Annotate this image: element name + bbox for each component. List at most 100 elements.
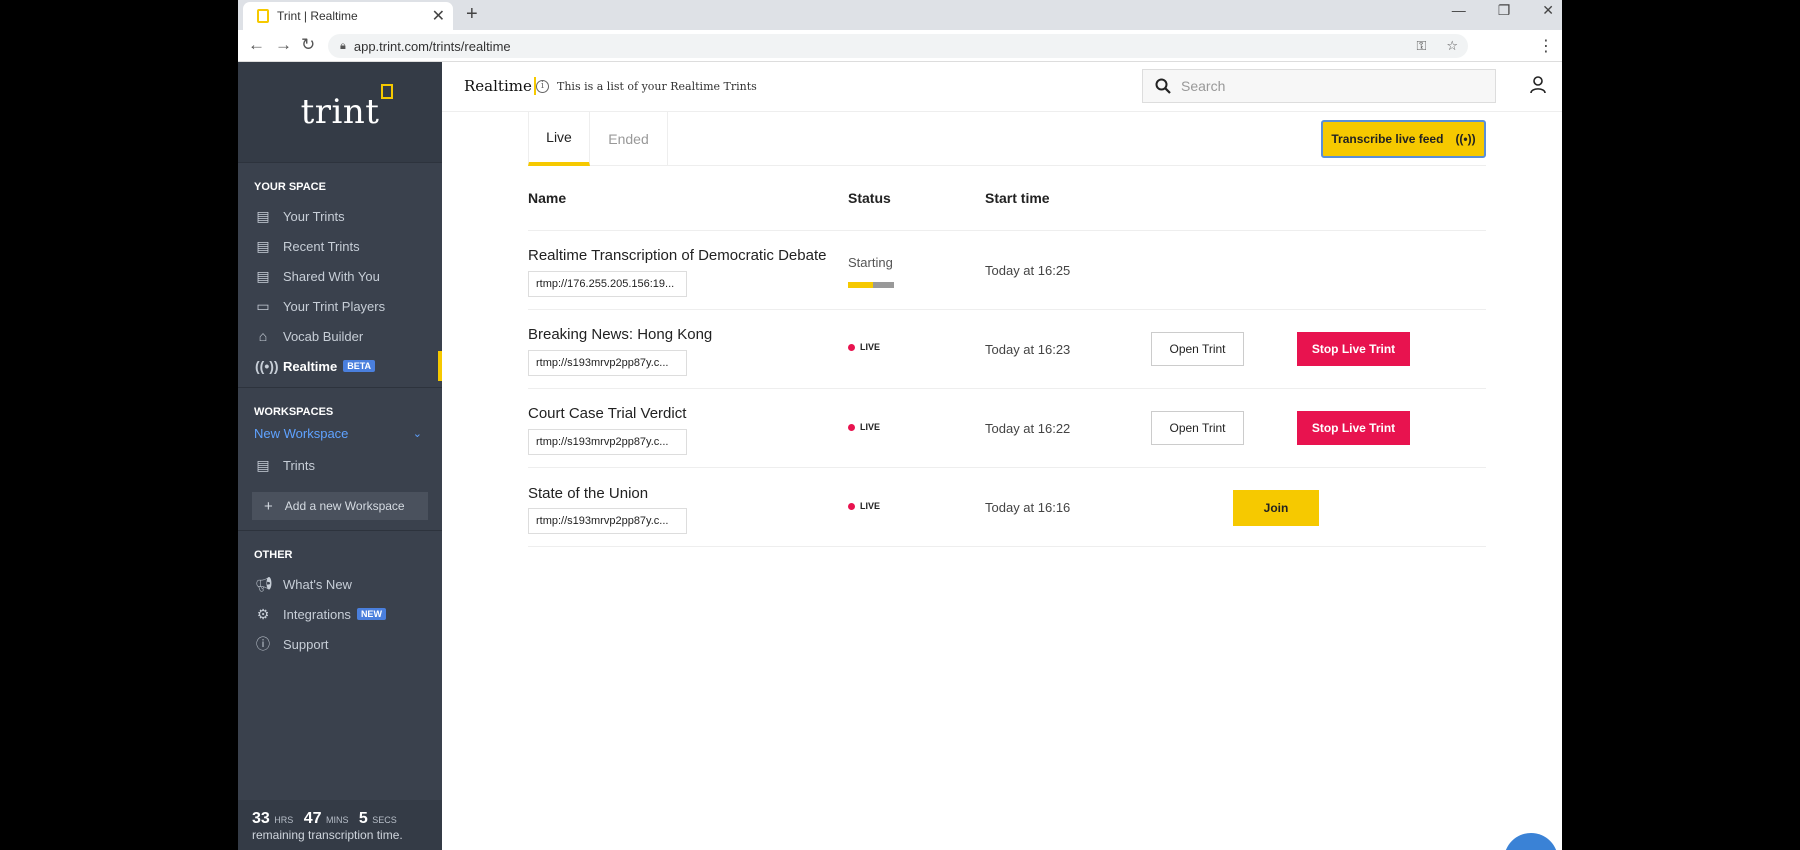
- stop-live-trint-button[interactable]: Stop Live Trint: [1297, 411, 1410, 445]
- remaining-label: remaining transcription time.: [252, 828, 403, 842]
- graduation-cap-icon: ⌂: [258, 328, 268, 344]
- sidebar-item-label: Your Trints: [283, 208, 345, 224]
- sidebar-item-support[interactable]: ⓘ Support: [238, 629, 442, 659]
- close-tab-icon[interactable]: ✕: [432, 6, 445, 26]
- workspace-name: New Workspace: [254, 425, 349, 441]
- trint-name[interactable]: Breaking News: Hong Kong: [528, 326, 712, 343]
- sidebar: trint YOUR SPACE ▤ Your Trints ▤ Recent …: [238, 62, 442, 850]
- megaphone-icon: 📢︎: [255, 575, 273, 592]
- live-status-badge: LIVE: [848, 501, 880, 511]
- workspaces-heading: WORKSPACES: [254, 406, 334, 418]
- search-input[interactable]: [1181, 78, 1481, 94]
- back-icon[interactable]: ←: [248, 35, 265, 55]
- sidebar-item-label: Vocab Builder: [283, 328, 364, 344]
- trint-name[interactable]: Court Case Trial Verdict: [528, 405, 686, 422]
- tab-ended[interactable]: Ended: [590, 112, 668, 166]
- add-workspace-label: Add a new Workspace: [284, 499, 405, 513]
- sidebar-item-label: Trints: [283, 457, 316, 473]
- starting-progress-bar: [848, 282, 894, 288]
- url-text: app.trint.com/trints/realtime: [353, 38, 511, 54]
- browser-menu-icon[interactable]: ⋮: [1538, 36, 1554, 56]
- join-button[interactable]: Join: [1233, 490, 1319, 526]
- column-header-status: Status: [848, 190, 891, 206]
- browser-tab[interactable]: Trint | Realtime ✕: [243, 2, 453, 30]
- trint-app: trint YOUR SPACE ▤ Your Trints ▤ Recent …: [238, 62, 1562, 850]
- window-controls: — ❐ ✕: [1452, 2, 1554, 19]
- start-time: Today at 16:23: [985, 342, 1071, 357]
- help-icon: ⓘ: [256, 636, 270, 652]
- sidebar-item-integrations[interactable]: ⚙︎ Integrations NEW: [238, 599, 442, 629]
- realtime-table: Name Status Start time Realtime Transcri…: [528, 166, 1486, 547]
- tab-live[interactable]: Live: [528, 112, 590, 166]
- sidebar-item-label: Support: [283, 636, 329, 652]
- other-heading: OTHER: [254, 549, 293, 561]
- logo-mark-icon: [381, 84, 394, 99]
- sidebar-item-recent-trints[interactable]: ▤ Recent Trints: [238, 231, 442, 261]
- sidebar-item-label: Your Trint Players: [283, 298, 386, 314]
- sidebar-item-whats-new[interactable]: 📢︎ What's New: [238, 569, 442, 599]
- sidebar-item-your-trint-players[interactable]: ▭ Your Trint Players: [238, 291, 442, 321]
- reload-icon[interactable]: ↻: [301, 35, 315, 55]
- stream-url[interactable]: rtmp://s193mrvp2pp87y.c...: [528, 429, 687, 455]
- broadcast-icon: ((•)): [255, 358, 279, 374]
- sidebar-item-label: Shared With You: [283, 268, 380, 284]
- beta-badge: BETA: [343, 360, 376, 372]
- key-icon[interactable]: ⚿: [1416, 38, 1426, 54]
- divider: [238, 387, 442, 388]
- live-dot-icon: [848, 423, 855, 431]
- table-row: Realtime Transcription of Democratic Deb…: [528, 231, 1486, 310]
- progress-fill: [848, 282, 874, 288]
- trint-name[interactable]: Realtime Transcription of Democratic Deb…: [528, 247, 826, 264]
- seconds-value: 5: [358, 810, 368, 827]
- sidebar-item-trints[interactable]: ▤ Trints: [238, 450, 442, 480]
- document-icon: ▤: [256, 207, 270, 224]
- transcription-time-remaining: 33 HRS 47 MINS 5 SECS remaining transcri…: [238, 800, 442, 850]
- live-dot-icon: [848, 343, 855, 351]
- add-workspace-button[interactable]: + Add a new Workspace: [252, 492, 428, 520]
- sidebar-item-realtime[interactable]: ((•)) Realtime BETA: [238, 351, 442, 381]
- sidebar-item-your-trints[interactable]: ▤ Your Trints: [238, 201, 442, 231]
- url-field[interactable]: 🔒︎ app.trint.com/trints/realtime ⚿ ☆: [328, 34, 1468, 58]
- info-icon: i: [536, 80, 549, 93]
- page-info-text: This is a list of your Realtime Trints: [557, 80, 757, 93]
- live-status-badge: LIVE: [848, 342, 880, 352]
- transcribe-live-feed-button[interactable]: Transcribe live feed ((•)): [1321, 120, 1486, 158]
- status-text: Starting: [848, 255, 893, 270]
- trint-logo[interactable]: trint: [301, 84, 394, 132]
- stream-url[interactable]: rtmp://176.255.205.156:19...: [528, 271, 687, 297]
- restore-icon[interactable]: ❐: [1498, 2, 1511, 19]
- stream-url[interactable]: rtmp://s193mrvp2pp87y.c...: [528, 350, 687, 376]
- user-account-icon[interactable]: [1530, 76, 1546, 99]
- sidebar-item-shared-with-you[interactable]: ▤ Shared With You: [238, 261, 442, 291]
- close-window-icon[interactable]: ✕: [1542, 2, 1554, 19]
- sidebar-item-label: Integrations: [283, 606, 351, 622]
- browser-window: Trint | Realtime ✕ + — ❐ ✕ ← → ↻ 🔒︎ app.…: [238, 0, 1562, 850]
- chat-launcher-button[interactable]: [1504, 833, 1558, 850]
- table-row: Breaking News: Hong Kong rtmp://s193mrvp…: [528, 310, 1486, 389]
- forward-icon[interactable]: →: [275, 35, 292, 55]
- workspace-selector[interactable]: New Workspace ⌄: [238, 424, 442, 442]
- stop-live-trint-button[interactable]: Stop Live Trint: [1297, 332, 1410, 366]
- shared-document-icon: ▤: [256, 267, 270, 284]
- broadcast-icon: ((•)): [1455, 132, 1476, 146]
- address-bar: ← → ↻ 🔒︎ app.trint.com/trints/realtime ⚿…: [238, 30, 1562, 62]
- new-tab-button[interactable]: +: [466, 3, 478, 26]
- hours-unit: HRS: [274, 815, 294, 825]
- open-trint-button[interactable]: Open Trint: [1151, 411, 1244, 445]
- transcribe-button-label: Transcribe live feed: [1331, 132, 1444, 146]
- page-info: i This is a list of your Realtime Trints: [536, 80, 757, 93]
- search-box[interactable]: [1142, 69, 1496, 103]
- sidebar-item-vocab-builder[interactable]: ⌂ Vocab Builder: [238, 321, 442, 351]
- page-header: Realtime i This is a list of your Realti…: [442, 62, 1562, 112]
- bookmark-star-icon[interactable]: ☆: [1446, 38, 1458, 54]
- open-trint-button[interactable]: Open Trint: [1151, 332, 1244, 366]
- realtime-main: Live Ended Transcribe live feed ((•)) Na…: [442, 112, 1562, 850]
- page-title: Realtime: [464, 77, 536, 95]
- stream-url[interactable]: rtmp://s193mrvp2pp87y.c...: [528, 508, 687, 534]
- minimize-icon[interactable]: —: [1452, 2, 1466, 19]
- browser-tab-title: Trint | Realtime: [277, 9, 358, 23]
- start-time: Today at 16:22: [985, 421, 1071, 436]
- document-icon: ▤: [256, 456, 270, 473]
- trint-name[interactable]: State of the Union: [528, 485, 648, 502]
- lock-icon: 🔒︎: [340, 39, 346, 52]
